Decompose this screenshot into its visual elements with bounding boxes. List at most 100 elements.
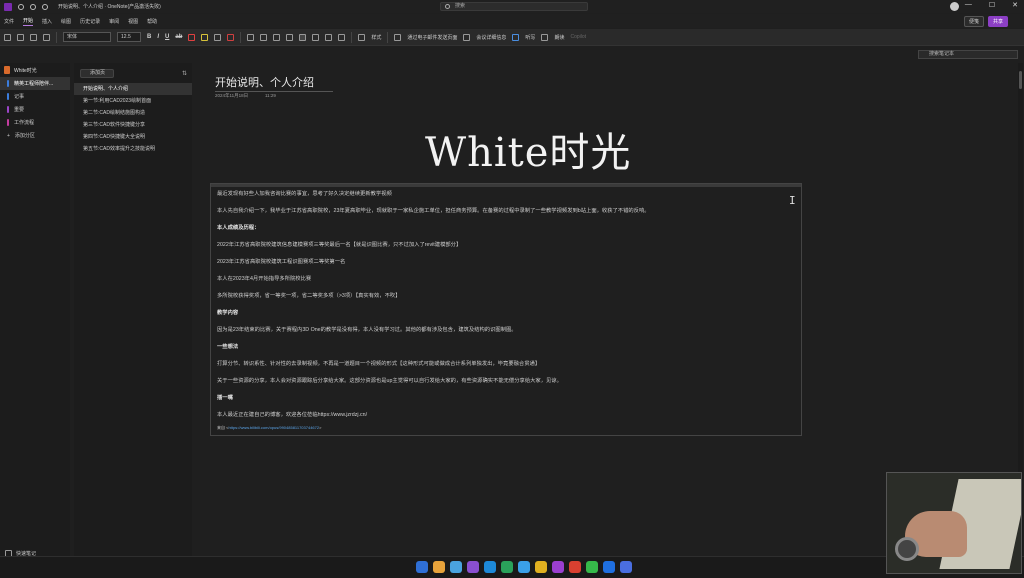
- taskbar-app-icon[interactable]: [467, 561, 479, 573]
- back-icon[interactable]: [18, 3, 24, 10]
- scrollbar-thumb[interactable]: [1019, 71, 1022, 89]
- cut-icon[interactable]: [17, 33, 24, 41]
- align-center-icon[interactable]: [312, 33, 320, 41]
- title-search-input[interactable]: 搜索: [440, 2, 588, 11]
- taskbar-app-icon[interactable]: [450, 561, 462, 573]
- subscript-icon[interactable]: [214, 33, 222, 41]
- taskbar-app-icon[interactable]: [416, 561, 428, 573]
- redo-icon[interactable]: [42, 3, 48, 10]
- notebook-search-input[interactable]: 搜索笔记本: [918, 50, 1018, 59]
- taskbar-app-icon[interactable]: [603, 561, 615, 573]
- taskbar-app-icon[interactable]: [518, 561, 530, 573]
- tag-icon[interactable]: [358, 33, 366, 41]
- menu-review[interactable]: 审阅: [109, 18, 119, 25]
- font-select[interactable]: 宋体: [63, 32, 111, 42]
- styles-button[interactable]: 样式: [371, 34, 381, 41]
- align-right-icon[interactable]: [325, 33, 333, 41]
- numbering-icon[interactable]: [260, 33, 268, 41]
- note-paragraph[interactable]: 打算分节、转识系性、针对性的去录制视频，不再是一道题目一个视频的形式【这种形式可…: [217, 359, 540, 367]
- read-aloud-icon: [541, 33, 549, 41]
- note-container-handle[interactable]: [211, 184, 801, 187]
- menu-view[interactable]: 视图: [128, 18, 138, 25]
- sort-pages-icon[interactable]: ⇅: [182, 70, 187, 77]
- align-justify-icon[interactable]: [338, 33, 346, 41]
- menu-home[interactable]: 开始: [23, 17, 34, 26]
- menu-history[interactable]: 历史记录: [80, 18, 100, 25]
- page-item[interactable]: 第二节:CAD绘制结施图构造: [74, 107, 192, 119]
- note-paragraph[interactable]: 本人在2023年4月开始指导多所院校比赛: [217, 274, 311, 282]
- format-painter-icon[interactable]: [43, 33, 50, 41]
- taskbar-app-icon[interactable]: [484, 561, 496, 573]
- share-button[interactable]: 共享: [987, 15, 1008, 27]
- section-color-bar: [7, 80, 9, 87]
- indent-icon[interactable]: [286, 33, 294, 41]
- menu-draw[interactable]: 绘图: [61, 18, 71, 25]
- bullets-icon[interactable]: [247, 33, 255, 41]
- taskbar-app-icon[interactable]: [552, 561, 564, 573]
- taskbar-app-icon[interactable]: [586, 561, 598, 573]
- outdent-icon[interactable]: [273, 33, 281, 41]
- menu-file[interactable]: 文件: [4, 18, 14, 25]
- page-title[interactable]: 开始说明、个人介绍: [215, 74, 314, 90]
- note-heading[interactable]: 一些想法: [217, 342, 238, 350]
- webcam-overlay: [886, 472, 1022, 574]
- maximize-button[interactable]: ☐: [989, 1, 995, 9]
- section-item[interactable]: 记事: [0, 90, 70, 103]
- note-paragraph[interactable]: 因为是23年结束的比赛，关于赛程内3D One的教学是没有得，本人没有学习过。其…: [217, 325, 517, 333]
- align-left-icon[interactable]: [299, 33, 307, 41]
- minimize-button[interactable]: —: [965, 1, 972, 9]
- note-paragraph[interactable]: 2023年江苏省高职院校建筑工程识图赛项二等奖第一名: [217, 257, 345, 265]
- note-heading[interactable]: 教学内容: [217, 308, 238, 316]
- add-page-button[interactable]: 添加页: [80, 69, 114, 78]
- taskbar-app-icon[interactable]: [535, 561, 547, 573]
- page-item[interactable]: 第一节:利用CAD2023绘制首面: [74, 95, 192, 107]
- section-item[interactable]: 工作流程: [0, 116, 70, 129]
- add-section-button[interactable]: + 添加分区: [0, 129, 70, 142]
- note-paragraph[interactable]: 多所院校获得奖项，省一等奖一项，省二等奖多项（>3项）【真实有效，不吹】: [217, 291, 401, 299]
- sticky-notes-button[interactable]: 便笺: [963, 15, 984, 27]
- strikethrough-button[interactable]: ab: [175, 34, 182, 40]
- note-paragraph[interactable]: 最近发现有好些人加我咨询比赛的事宜，思考了好久决定继续更新教学视频: [217, 189, 392, 197]
- bold-button[interactable]: B: [147, 34, 151, 40]
- avatar[interactable]: [950, 2, 959, 11]
- italic-button[interactable]: I: [157, 34, 159, 40]
- section-item[interactable]: 精英工程师陪伴...: [0, 77, 70, 90]
- font-color-icon[interactable]: [188, 33, 196, 41]
- page-item[interactable]: 开始说明、个人介绍: [74, 83, 192, 95]
- page-item[interactable]: 第四节:CAD快捷键大全说明: [74, 131, 192, 143]
- read-aloud-button[interactable]: 朗读: [554, 34, 564, 41]
- note-paragraph[interactable]: 2022年江苏省高职院校建筑信息建模赛项三等奖最后一名【就是识图比赛，只不过加入…: [217, 240, 461, 248]
- page-date: 2024年11月18日: [215, 93, 249, 98]
- font-size-select[interactable]: 12.5: [117, 32, 141, 42]
- note-heading[interactable]: 插一嘴: [217, 393, 233, 401]
- copilot-button[interactable]: Copilot: [570, 34, 586, 40]
- email-page-button[interactable]: 通过电子邮件发送页面: [407, 34, 457, 41]
- note-paragraph[interactable]: 本人先自我介绍一下，我毕业于江苏省高职院校，23年夏高职毕业，现就职于一家私企施…: [217, 206, 650, 214]
- note-container[interactable]: 最近发现有好些人加我咨询比赛的事宜，思考了好久决定继续更新教学视频 本人先自我介…: [210, 183, 802, 436]
- note-paragraph[interactable]: 关于一些资源的分享，本人会对资源跟踪后分享给大家。这部分资源也是up主觉得可以自…: [217, 376, 562, 384]
- meeting-details-button[interactable]: 会议详细信息: [476, 34, 506, 41]
- onenote-logo: [4, 2, 12, 11]
- clear-format-icon[interactable]: [227, 33, 235, 41]
- taskbar-app-icon[interactable]: [433, 561, 445, 573]
- source-link[interactable]: https://www.bilibili.com/opus/9904858117…: [228, 425, 319, 430]
- menu-insert[interactable]: 插入: [42, 18, 52, 25]
- undo-icon[interactable]: [30, 3, 36, 10]
- paste-icon[interactable]: [4, 33, 11, 41]
- menu-help[interactable]: 帮助: [147, 18, 157, 25]
- notebook-selector[interactable]: White时光: [0, 63, 70, 77]
- taskbar-app-icon[interactable]: [501, 561, 513, 573]
- section-item[interactable]: 重要: [0, 103, 70, 116]
- note-paragraph[interactable]: 本人最近正在建自己的博客，欢迎各位莅临https://www.jzrdzj.cn…: [217, 410, 367, 418]
- page-item[interactable]: 第五节:CAD效率提升之技能说明: [74, 143, 192, 155]
- taskbar-app-icon[interactable]: [569, 561, 581, 573]
- underline-button[interactable]: U: [165, 34, 169, 40]
- page-item[interactable]: 第三节:CAD软件快捷键分享: [74, 119, 192, 131]
- big-heading[interactable]: White时光: [425, 120, 631, 178]
- highlight-icon[interactable]: [201, 33, 209, 41]
- close-button[interactable]: ✕: [1012, 1, 1018, 9]
- note-heading[interactable]: 本人成绩及历程：: [217, 223, 259, 231]
- dictate-button[interactable]: 听写: [525, 34, 535, 41]
- copy-icon[interactable]: [30, 33, 37, 41]
- taskbar-app-icon[interactable]: [620, 561, 632, 573]
